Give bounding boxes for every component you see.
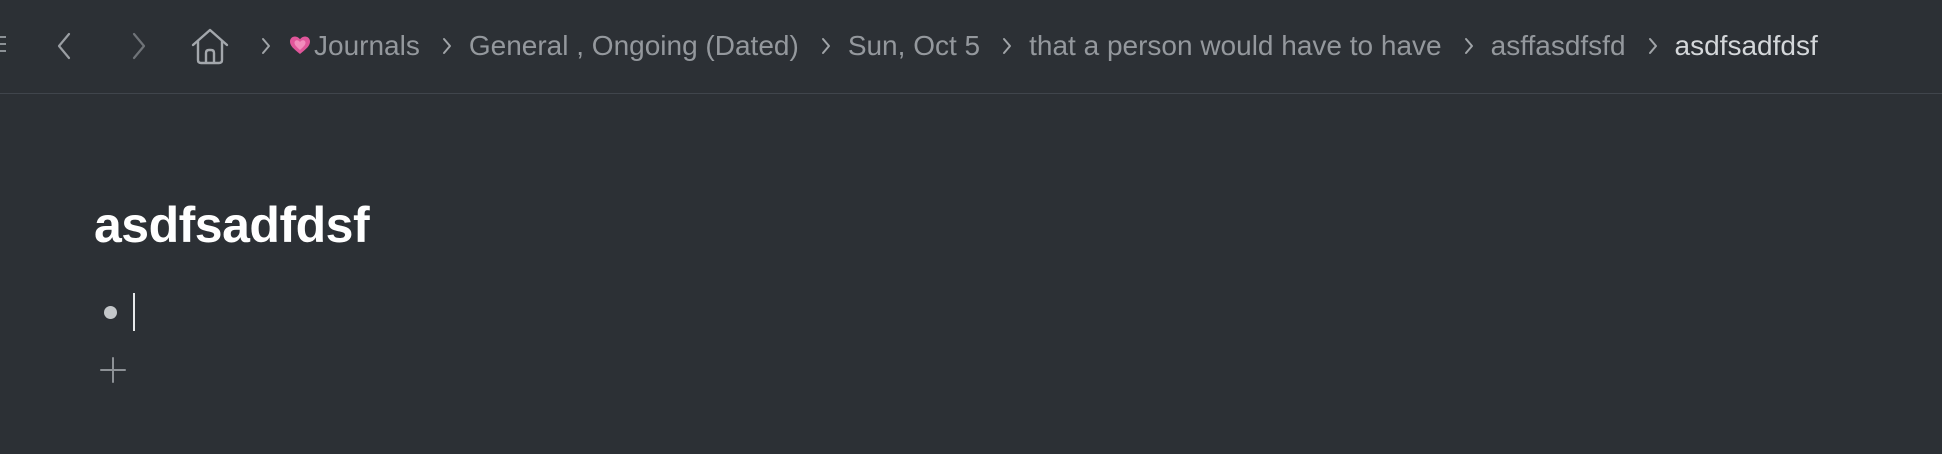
chevron-right-icon (256, 36, 276, 56)
breadcrumb-label: Journals (314, 30, 420, 61)
top-bar: Journals General , Ongoing (Dated) Sun, … (0, 0, 1942, 94)
chevron-left-icon (57, 32, 71, 60)
add-block-button[interactable] (98, 355, 128, 385)
home-icon (191, 28, 229, 65)
back-button[interactable] (46, 28, 82, 64)
breadcrumb-item-current[interactable]: asdfsadfdsf (1675, 30, 1818, 62)
breadcrumb-item-date[interactable]: Sun, Oct 5 (848, 30, 980, 62)
chevron-right-icon (1643, 36, 1663, 56)
home-button[interactable] (188, 24, 232, 68)
text-cursor (133, 293, 135, 331)
breadcrumb: Journals General , Ongoing (Dated) Sun, … (256, 28, 1818, 64)
bullet-icon[interactable] (104, 305, 117, 319)
chevron-right-icon (1459, 36, 1479, 56)
chevron-right-icon (816, 36, 836, 56)
sidebar-toggle-icon[interactable] (0, 36, 6, 56)
forward-button[interactable] (121, 28, 157, 64)
list-item[interactable] (104, 292, 135, 332)
chevron-right-icon (997, 36, 1017, 56)
chevron-right-icon (437, 36, 457, 56)
breadcrumb-item-journals[interactable]: Journals (288, 30, 420, 62)
breadcrumb-item-note[interactable]: that a person would have to have (1029, 30, 1442, 62)
breadcrumb-item-parent[interactable]: asffasdfsfd (1491, 30, 1626, 62)
chevron-right-icon (132, 32, 146, 60)
breadcrumb-item-general[interactable]: General , Ongoing (Dated) (469, 30, 799, 62)
page-title[interactable]: asdfsadfdsf (94, 196, 370, 254)
plus-icon (100, 357, 126, 383)
heart-emoji-icon (290, 36, 310, 54)
